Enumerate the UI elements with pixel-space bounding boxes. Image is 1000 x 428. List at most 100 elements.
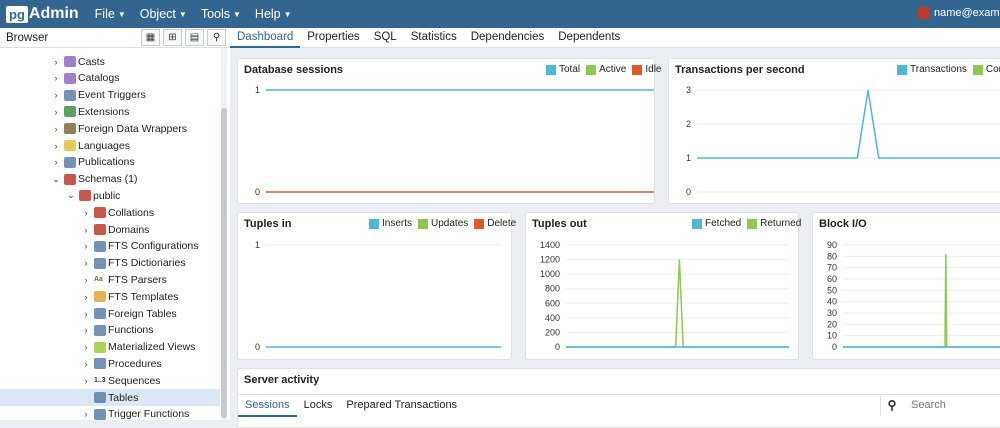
- database-sessions-panel: Database sessions Total Active Idle 10: [237, 58, 661, 204]
- chevron-right-icon[interactable]: ›: [80, 208, 92, 218]
- tree-item[interactable]: ⌄ Schemas (1): [0, 171, 220, 188]
- tree-item[interactable]: › Event Triggers: [0, 87, 220, 104]
- tree-node-icon: [79, 190, 91, 202]
- tree-item-label: Casts: [78, 55, 105, 68]
- tab-statistics[interactable]: Statistics: [404, 28, 464, 48]
- chevron-down-icon[interactable]: ⌄: [65, 190, 77, 201]
- chevron-right-icon[interactable]: ›: [80, 325, 92, 335]
- search-objects-button[interactable]: ⚲: [207, 29, 226, 46]
- chevron-down-icon: ▼: [117, 9, 126, 19]
- user-email: name@examp: [934, 7, 1000, 19]
- y-tick-label: 0: [686, 187, 691, 197]
- y-tick-label: 0: [255, 342, 260, 352]
- browser-toolbar: ▦ ⊞ ▤ ⚲: [138, 29, 226, 46]
- tab-properties[interactable]: Properties: [300, 28, 366, 48]
- tab-sessions[interactable]: Sessions: [238, 395, 297, 417]
- activity-search-input[interactable]: [911, 399, 1000, 411]
- tree-item-label: public: [93, 189, 121, 202]
- chevron-right-icon[interactable]: ›: [80, 409, 92, 419]
- chevron-right-icon[interactable]: ›: [80, 376, 92, 386]
- tree-item-label: Materialized Views: [108, 341, 196, 354]
- chevron-right-icon[interactable]: ›: [80, 359, 92, 369]
- tree-item[interactable]: › Foreign Data Wrappers: [0, 120, 220, 137]
- tree-item[interactable]: › Languages: [0, 137, 220, 154]
- tree-node-icon: [64, 89, 76, 101]
- chevron-right-icon[interactable]: ›: [80, 275, 92, 285]
- tree-item[interactable]: › Materialized Views: [0, 339, 220, 356]
- y-tick-label: 2: [686, 119, 691, 129]
- chevron-right-icon[interactable]: ›: [80, 342, 92, 352]
- tab-prepared-transactions[interactable]: Prepared Transactions: [339, 395, 464, 417]
- chevron-right-icon[interactable]: ›: [50, 141, 62, 151]
- tree-item[interactable]: › Domains: [0, 221, 220, 238]
- tab-locks[interactable]: Locks: [297, 395, 340, 417]
- tab-sql[interactable]: SQL: [367, 28, 404, 48]
- view-data-button[interactable]: ⊞: [163, 29, 182, 46]
- y-tick-label: 1: [255, 85, 260, 95]
- tree-node-icon: [94, 392, 106, 403]
- tree-item-label: Foreign Tables: [108, 307, 177, 320]
- menu-object[interactable]: Object ▼: [140, 7, 187, 21]
- tree-item-label: Collations: [108, 206, 155, 219]
- tree-item[interactable]: › Functions: [0, 322, 220, 339]
- chevron-right-icon[interactable]: ›: [80, 292, 92, 302]
- chevron-right-icon[interactable]: ›: [50, 107, 62, 117]
- chevron-down-icon: ▼: [178, 9, 187, 19]
- tree-item[interactable]: ⌄ public: [0, 187, 220, 204]
- tree-item[interactable]: › Catalogs: [0, 70, 220, 87]
- tree-item[interactable]: › Aa FTS Parsers: [0, 271, 220, 288]
- chevron-right-icon[interactable]: ›: [50, 73, 62, 83]
- chevron-right-icon[interactable]: ›: [50, 90, 62, 100]
- chevron-right-icon[interactable]: ›: [80, 241, 92, 251]
- chevron-right-icon[interactable]: ›: [80, 309, 92, 319]
- tree-scrollbar-thumb[interactable]: [221, 108, 227, 418]
- menu-tools[interactable]: Tools ▼: [201, 7, 241, 21]
- pgadmin-logo[interactable]: pg Admin: [6, 0, 79, 28]
- tree-item[interactable]: › FTS Templates: [0, 288, 220, 305]
- tree-item[interactable]: › Trigger Functions: [0, 406, 220, 420]
- tree-item[interactable]: › FTS Configurations: [0, 238, 220, 255]
- tree-item[interactable]: › Publications: [0, 154, 220, 171]
- tab-dependents[interactable]: Dependents: [551, 28, 627, 48]
- tree-item[interactable]: Tables: [0, 389, 220, 406]
- tree-item[interactable]: › Collations: [0, 204, 220, 221]
- chevron-down-icon[interactable]: ⌄: [50, 174, 62, 185]
- tree-item-label: Functions: [108, 324, 154, 337]
- tree-item-label: Foreign Data Wrappers: [78, 122, 187, 135]
- chevron-right-icon[interactable]: ›: [50, 157, 62, 167]
- user-menu[interactable]: name@examp: [918, 7, 1000, 19]
- main-tabs: Dashboard Properties SQL Statistics Depe…: [230, 28, 1000, 48]
- tree-item-label: Publications: [78, 156, 135, 169]
- tree-item[interactable]: › Extensions: [0, 103, 220, 120]
- chevron-right-icon[interactable]: ›: [50, 57, 62, 67]
- tree-node-icon: [94, 358, 106, 370]
- tree-item-label: Schemas (1): [78, 173, 138, 186]
- y-tick-label: 80: [827, 251, 837, 261]
- tree-item[interactable]: › Procedures: [0, 355, 220, 372]
- tree-node-icon: [94, 207, 106, 219]
- tab-dependencies[interactable]: Dependencies: [464, 28, 552, 48]
- tree-item[interactable]: › Foreign Tables: [0, 305, 220, 322]
- tree-node-icon: [64, 106, 76, 118]
- tab-dashboard[interactable]: Dashboard: [230, 28, 301, 48]
- tree-node-icon: 1..3: [94, 377, 106, 385]
- filter-rows-button[interactable]: ▤: [185, 29, 204, 46]
- chevron-right-icon[interactable]: ›: [80, 258, 92, 268]
- tree-item[interactable]: › 1..3 Sequences: [0, 372, 220, 389]
- menu-object-label: Object: [139, 7, 176, 21]
- y-tick-label: 200: [545, 327, 560, 337]
- chevron-right-icon[interactable]: ›: [80, 225, 92, 235]
- menu-file[interactable]: File ▼: [95, 7, 126, 21]
- tree-item[interactable]: › Casts: [0, 53, 220, 70]
- tree-scrollbar[interactable]: [221, 48, 227, 420]
- tree-item[interactable]: › FTS Dictionaries: [0, 255, 220, 272]
- server-activity-title: Server activity: [244, 374, 320, 386]
- top-navbar: pg Admin File ▼ Object ▼ Tools ▼ Help ▼ name…: [0, 0, 1000, 28]
- menu-help[interactable]: Help ▼: [255, 7, 292, 21]
- menu-tools-label: Tools: [200, 7, 230, 21]
- tree-node-icon: [94, 257, 106, 269]
- y-tick-label: 90: [827, 240, 837, 250]
- chevron-right-icon[interactable]: ›: [50, 124, 62, 134]
- query-tool-button[interactable]: ▦: [141, 29, 160, 46]
- tree-node-icon: [64, 156, 76, 168]
